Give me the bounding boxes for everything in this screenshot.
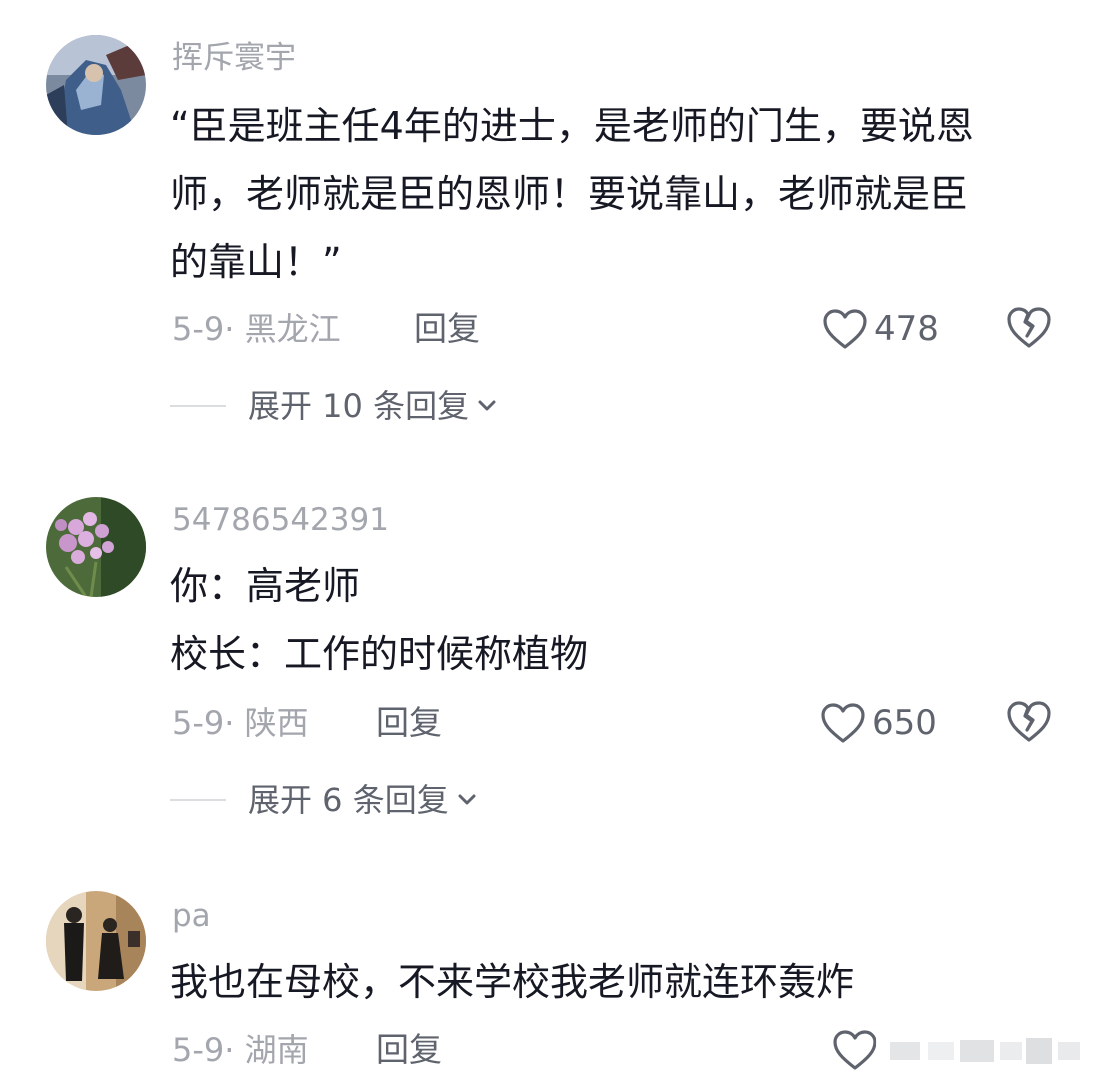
avatar[interactable] <box>46 497 146 597</box>
like-button[interactable] <box>832 1026 878 1074</box>
expand-replies-button[interactable]: 展开 6 条回复 <box>170 780 477 820</box>
avatar[interactable] <box>46 891 146 991</box>
like-count: 650 <box>872 703 937 743</box>
comment-text-line: 的靠山！” <box>170 240 342 284</box>
chevron-down-icon <box>469 399 497 413</box>
username[interactable]: 挥斥寰宇 <box>172 38 296 78</box>
expand-replies-label: 展开 10 条回复 <box>248 387 470 425</box>
like-button[interactable]: 650 <box>820 699 937 747</box>
comment-text-line: 我也在母校，不来学校我老师就连环轰炸 <box>170 960 855 1004</box>
comment-text: “臣是班主任4年的进士，是老师的门生，要说恩 师，老师就是臣的恩师！要说靠山，老… <box>170 92 1070 296</box>
watermark <box>876 1030 1090 1072</box>
like-count: 478 <box>874 309 939 349</box>
heart-outline-icon <box>822 308 868 350</box>
comment-date-location: 5-9· 陕西 <box>172 704 309 742</box>
reply-button[interactable]: 回复 <box>376 1030 442 1070</box>
comment-text: 你：高老师 校长：工作的时候称植物 <box>170 552 1070 688</box>
comment-text-line: 师，老师就是臣的恩师！要说靠山，老师就是臣 <box>170 172 969 216</box>
broken-heart-icon <box>1005 699 1053 743</box>
broken-heart-icon <box>1005 305 1053 349</box>
heart-outline-icon <box>820 702 866 744</box>
comment-text-line: 校长：工作的时候称植物 <box>170 632 589 676</box>
comment-date-location: 5-9· 湖南 <box>172 1031 309 1069</box>
like-button[interactable]: 478 <box>822 305 939 353</box>
comment-date-location: 5-9· 黑龙江 <box>172 310 341 348</box>
comment-text-line: 你：高老师 <box>170 564 361 608</box>
heart-outline-icon <box>832 1029 878 1071</box>
reply-button[interactable]: 回复 <box>376 703 442 743</box>
reply-button[interactable]: 回复 <box>414 309 480 349</box>
dislike-button[interactable] <box>1005 305 1053 353</box>
comment-text: 我也在母校，不来学校我老师就连环轰炸 <box>170 948 1070 1016</box>
comment-text-line: “臣是班主任4年的进士，是老师的门生，要说恩 <box>170 104 974 148</box>
expand-replies-label: 展开 6 条回复 <box>248 781 449 819</box>
dislike-button[interactable] <box>1005 699 1053 747</box>
divider <box>170 799 226 801</box>
avatar[interactable] <box>46 35 146 135</box>
expand-replies-button[interactable]: 展开 10 条回复 <box>170 386 497 426</box>
username[interactable]: 54786542391 <box>172 500 389 540</box>
divider <box>170 405 226 407</box>
username[interactable]: pa <box>172 896 211 936</box>
chevron-down-icon <box>449 793 477 807</box>
